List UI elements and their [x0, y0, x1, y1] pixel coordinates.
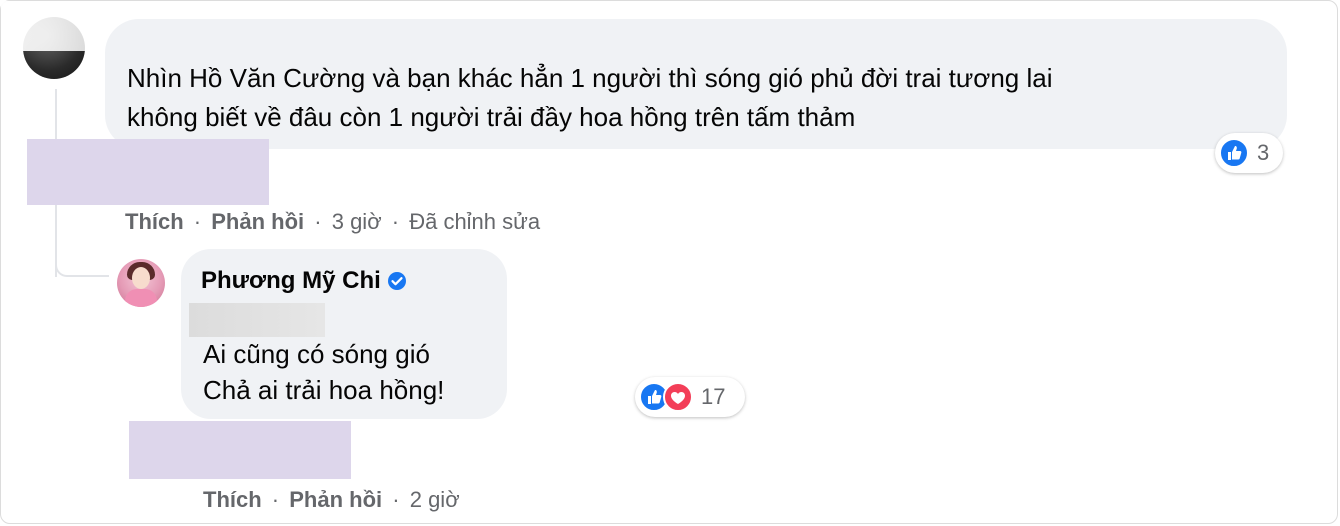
reaction-count: 3	[1257, 140, 1270, 165]
timestamp[interactable]: 3 giờ	[332, 209, 382, 234]
like-button[interactable]: Thích	[125, 209, 184, 234]
reply-text-line: Chả ai trải hoa hồng!	[203, 375, 445, 405]
separator-dot: ·	[392, 487, 400, 512]
reply-text-line: Ai cũng có sóng gió	[203, 339, 430, 369]
redacted-area	[129, 421, 351, 479]
comment-text-line: Nhìn Hồ Văn Cường và bạn khác hẳn 1 ngườ…	[127, 63, 1053, 93]
reply-button[interactable]: Phản hồi	[289, 487, 382, 512]
reply-reactions[interactable]: 17	[635, 377, 745, 417]
separator-dot: ·	[271, 487, 280, 512]
reply-author-name[interactable]: Phương Mỹ Chi	[201, 267, 381, 295]
reply-actions: Thích · Phản hồi · 2 giờ	[203, 487, 460, 513]
like-button[interactable]: Thích	[203, 487, 262, 512]
comment-reactions[interactable]: 3	[1215, 133, 1283, 173]
comment-actions: Thích · Phản hồi · 3 giờ · Đã chỉnh sửa	[125, 209, 540, 235]
reply-button[interactable]: Phản hồi	[211, 209, 304, 234]
comment-bubble: Nhìn Hồ Văn Cường và bạn khác hẳn 1 ngườ…	[105, 19, 1287, 149]
redacted-area	[27, 139, 269, 205]
comment-text-line: không biết về đâu còn 1 người trải đầy h…	[127, 102, 856, 132]
separator-dot: ·	[193, 209, 202, 234]
like-icon	[1219, 138, 1249, 168]
separator-dot: ·	[391, 209, 400, 234]
edited-label[interactable]: Đã chỉnh sửa	[409, 209, 540, 234]
reaction-count: 17	[701, 384, 726, 409]
reply-author-avatar[interactable]	[117, 259, 165, 307]
verified-badge-icon	[387, 272, 406, 290]
comment-thread-panel: Nhìn Hồ Văn Cường và bạn khác hẳn 1 ngườ…	[0, 0, 1338, 524]
comment-text: Nhìn Hồ Văn Cường và bạn khác hẳn 1 ngườ…	[127, 59, 1247, 137]
care-icon	[663, 382, 693, 412]
separator-dot: ·	[314, 209, 322, 234]
thread-connector	[55, 257, 109, 277]
redacted-area	[189, 303, 325, 337]
timestamp[interactable]: 2 giờ	[410, 487, 460, 512]
